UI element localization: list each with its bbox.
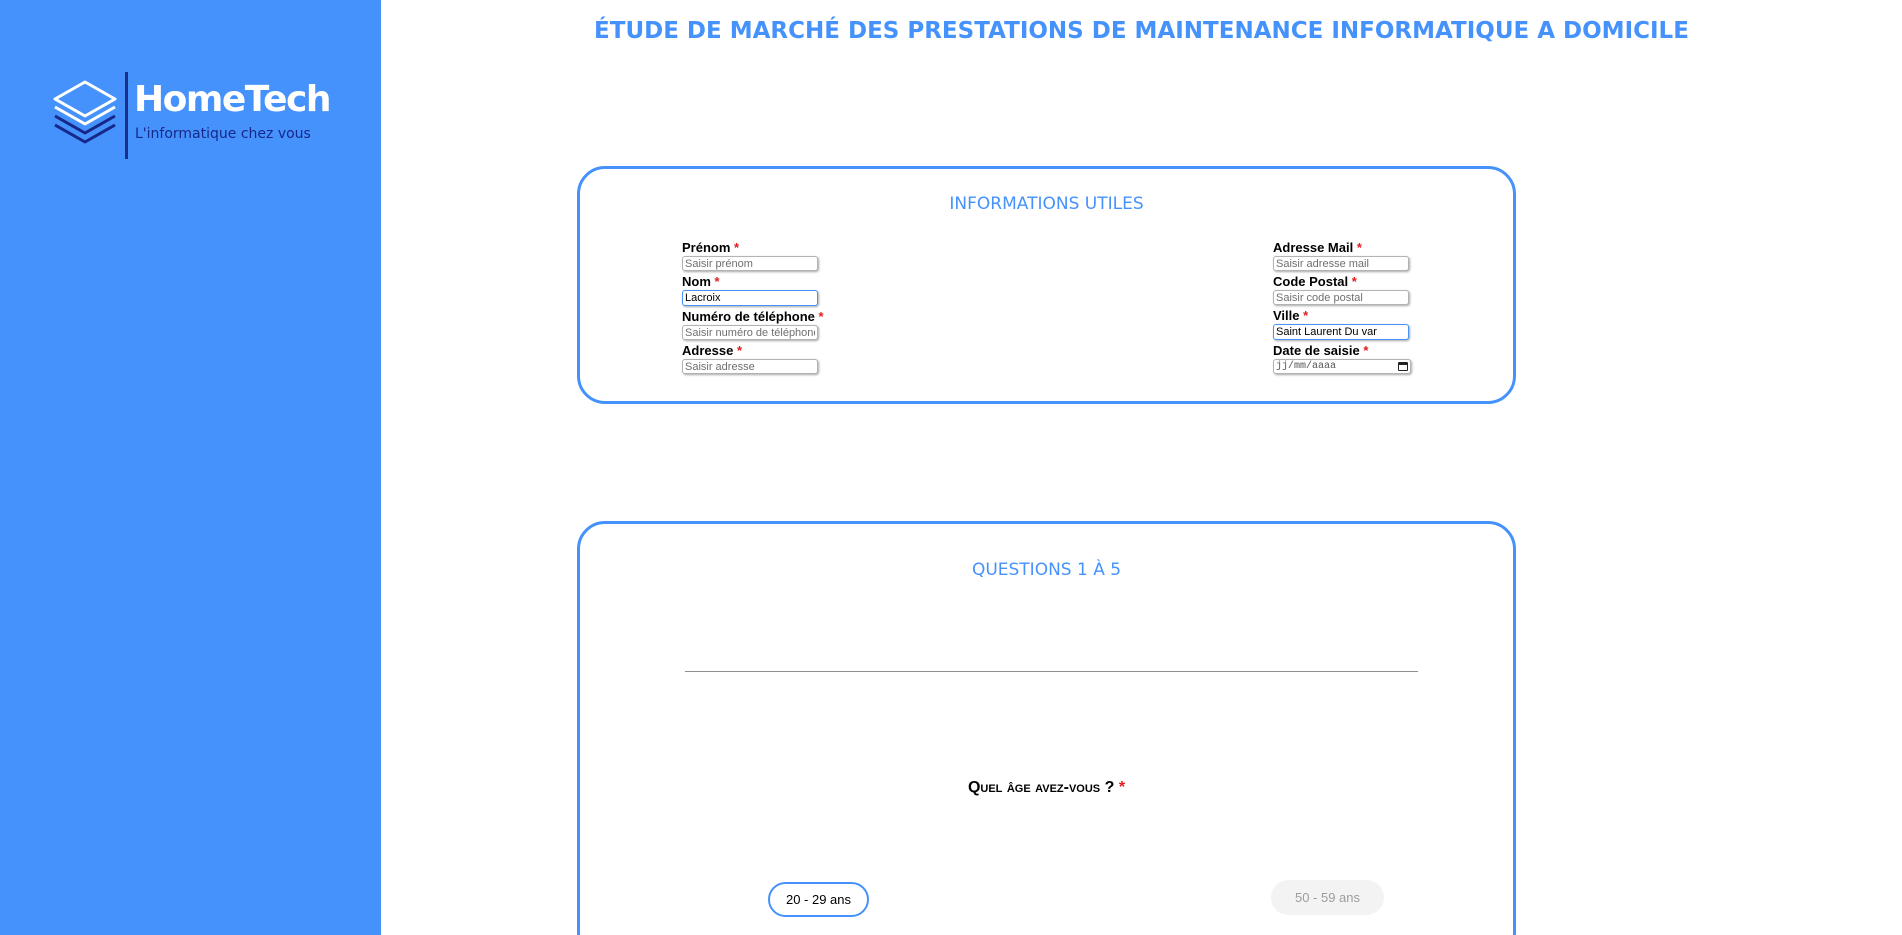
age-question: Quel âge avez-vous ? * bbox=[967, 779, 1126, 796]
nom-input[interactable] bbox=[682, 290, 818, 306]
prenom-label: Prénom * bbox=[682, 240, 740, 255]
field-telephone: Numéro de téléphone * bbox=[682, 309, 842, 340]
required-mark: * bbox=[736, 343, 742, 358]
required-mark: * bbox=[1356, 240, 1362, 255]
nom-label: Nom * bbox=[682, 274, 720, 289]
logo-divider bbox=[125, 72, 128, 159]
field-mail: Adresse Mail * bbox=[1273, 240, 1433, 271]
brand-name: HomeTech bbox=[134, 79, 331, 120]
mail-label: Adresse Mail * bbox=[1273, 240, 1362, 255]
adresse-label: Adresse * bbox=[682, 343, 742, 358]
info-section-title: INFORMATIONS UTILES bbox=[949, 194, 1144, 214]
required-mark: * bbox=[714, 274, 720, 289]
calendar-icon[interactable] bbox=[1398, 362, 1408, 371]
required-mark: * bbox=[1118, 779, 1126, 796]
page-title: ÉTUDE DE MARCHÉ DES PRESTATIONS DE MAINT… bbox=[594, 18, 1689, 44]
required-mark: * bbox=[1351, 274, 1357, 289]
required-mark: * bbox=[818, 309, 824, 324]
ville-label: Ville * bbox=[1273, 308, 1309, 323]
field-nom: Nom * bbox=[682, 274, 842, 306]
required-mark: * bbox=[1303, 308, 1309, 323]
code-postal-input[interactable] bbox=[1273, 290, 1409, 305]
ville-input[interactable] bbox=[1273, 324, 1409, 340]
section-divider bbox=[685, 671, 1418, 672]
telephone-label: Numéro de téléphone * bbox=[682, 309, 824, 324]
stacked-layers-icon bbox=[53, 80, 117, 144]
telephone-input[interactable] bbox=[682, 325, 818, 340]
age-option-20-29[interactable]: 20 - 29 ans bbox=[768, 882, 869, 917]
field-ville: Ville * bbox=[1273, 308, 1433, 340]
questions-section: QUESTIONS 1 À 5 Quel âge avez-vous ? * 2… bbox=[577, 521, 1516, 935]
field-code-postal: Code Postal * bbox=[1273, 274, 1433, 305]
age-option-50-59[interactable]: 50 - 59 ans bbox=[1271, 880, 1384, 915]
required-mark: * bbox=[734, 240, 740, 255]
adresse-input[interactable] bbox=[682, 359, 818, 374]
questions-section-title: QUESTIONS 1 À 5 bbox=[971, 560, 1122, 580]
sidebar: HomeTech L'informatique chez vous bbox=[0, 0, 381, 935]
info-section: INFORMATIONS UTILES Prénom * Nom * Numér… bbox=[577, 166, 1516, 404]
hometech-logo[interactable]: HomeTech L'informatique chez vous bbox=[52, 72, 332, 162]
field-adresse: Adresse * bbox=[682, 343, 842, 374]
field-prenom: Prénom * bbox=[682, 240, 842, 271]
date-label: Date de saisie * bbox=[1273, 343, 1369, 358]
required-mark: * bbox=[1363, 343, 1369, 358]
field-date: Date de saisie * jj/mm/aaaa bbox=[1273, 343, 1433, 374]
date-input[interactable]: jj/mm/aaaa bbox=[1273, 359, 1411, 374]
prenom-input[interactable] bbox=[682, 256, 818, 271]
code-postal-label: Code Postal * bbox=[1273, 274, 1357, 289]
date-placeholder: jj/mm/aaaa bbox=[1276, 361, 1337, 372]
brand-tagline: L'informatique chez vous bbox=[135, 126, 311, 142]
mail-input[interactable] bbox=[1273, 256, 1409, 271]
